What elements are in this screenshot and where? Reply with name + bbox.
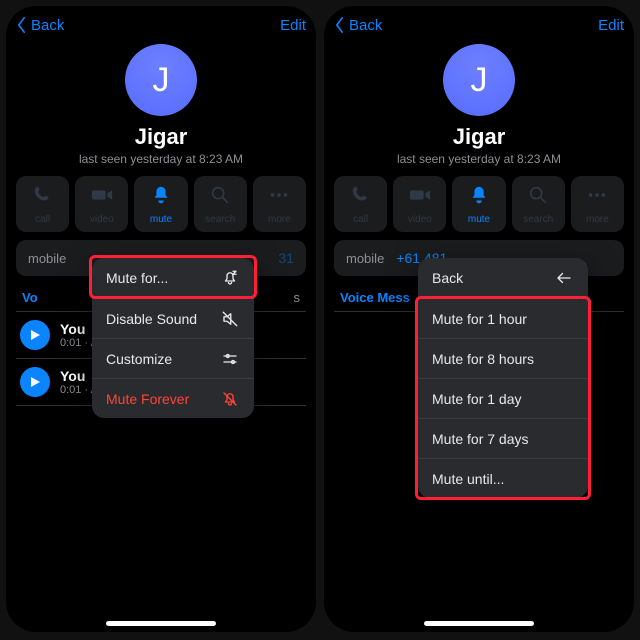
menu-until[interactable]: Mute until... xyxy=(418,458,588,498)
avatar[interactable]: J xyxy=(443,44,515,116)
last-seen: last seen yesterday at 8:23 AM xyxy=(397,152,561,166)
bell-icon xyxy=(150,184,172,211)
search-label: search xyxy=(205,214,235,225)
video-button[interactable]: video xyxy=(393,176,446,232)
menu-1-hour[interactable]: Mute for 1 hour xyxy=(418,298,588,338)
menu-1-day[interactable]: Mute for 1 day xyxy=(418,378,588,418)
menu-mute-for-label: Mute for... xyxy=(106,270,168,286)
mute-duration-menu: Back Mute for 1 hour Mute for 8 hours Mu… xyxy=(418,258,588,498)
menu-back[interactable]: Back xyxy=(418,258,588,298)
bell-slash-icon xyxy=(220,389,240,409)
more-label: more xyxy=(268,214,291,225)
mute-button[interactable]: mute xyxy=(452,176,505,232)
sliders-icon xyxy=(220,349,240,369)
screenshot-left: Back Edit J Jigar last seen yesterday at… xyxy=(6,6,316,632)
search-label: search xyxy=(523,214,553,225)
mute-menu: Mute for... Disable Sound Customize Mute… xyxy=(92,258,254,418)
menu-until-label: Mute until... xyxy=(432,471,504,487)
back-button[interactable]: Back xyxy=(334,16,382,34)
arrow-left-icon xyxy=(554,268,574,288)
home-indicator xyxy=(106,621,216,626)
edit-button[interactable]: Edit xyxy=(598,17,624,34)
search-icon xyxy=(209,184,231,211)
video-button[interactable]: video xyxy=(75,176,128,232)
menu-mute-for[interactable]: Mute for... xyxy=(92,258,254,298)
call-label: call xyxy=(353,214,368,225)
search-button[interactable]: search xyxy=(194,176,247,232)
mobile-value: 31 xyxy=(278,250,294,266)
bell-z-icon xyxy=(220,268,240,288)
back-label: Back xyxy=(349,17,382,34)
profile-header: J Jigar last seen yesterday at 8:23 AM xyxy=(324,44,634,166)
call-button[interactable]: call xyxy=(16,176,69,232)
more-icon xyxy=(586,184,608,211)
more-button[interactable]: more xyxy=(571,176,624,232)
last-seen: last seen yesterday at 8:23 AM xyxy=(79,152,243,166)
menu-mute-forever-label: Mute Forever xyxy=(106,391,189,407)
action-row: call video mute search more xyxy=(324,166,634,232)
menu-mute-forever[interactable]: Mute Forever xyxy=(92,378,254,418)
call-label: call xyxy=(35,214,50,225)
home-indicator xyxy=(424,621,534,626)
video-icon xyxy=(91,184,113,211)
menu-8-hours-label: Mute for 8 hours xyxy=(432,351,534,367)
mute-button[interactable]: mute xyxy=(134,176,187,232)
nav-bar: Back Edit xyxy=(324,6,634,44)
menu-customize-label: Customize xyxy=(106,351,172,367)
menu-1-hour-label: Mute for 1 hour xyxy=(432,311,527,327)
menu-7-days[interactable]: Mute for 7 days xyxy=(418,418,588,458)
more-button[interactable]: more xyxy=(253,176,306,232)
back-label: Back xyxy=(31,17,64,34)
call-button[interactable]: call xyxy=(334,176,387,232)
menu-disable-sound[interactable]: Disable Sound xyxy=(92,298,254,338)
play-icon[interactable] xyxy=(20,367,50,397)
profile-name: Jigar xyxy=(135,124,188,150)
phone-icon xyxy=(350,184,372,211)
action-row: call video mute search more xyxy=(6,166,316,232)
video-label: video xyxy=(90,214,114,225)
menu-8-hours[interactable]: Mute for 8 hours xyxy=(418,338,588,378)
search-button[interactable]: search xyxy=(512,176,565,232)
screenshot-right: Back Edit J Jigar last seen yesterday at… xyxy=(324,6,634,632)
menu-7-days-label: Mute for 7 days xyxy=(432,431,529,447)
video-icon xyxy=(409,184,431,211)
speaker-slash-icon xyxy=(220,309,240,329)
menu-back-label: Back xyxy=(432,270,463,286)
mobile-label: mobile xyxy=(28,251,66,266)
phone-icon xyxy=(32,184,54,211)
bell-icon xyxy=(468,184,490,211)
menu-1-day-label: Mute for 1 day xyxy=(432,391,522,407)
mute-label: mute xyxy=(150,214,172,225)
mobile-label: mobile xyxy=(346,251,384,266)
nav-bar: Back Edit xyxy=(6,6,316,44)
menu-customize[interactable]: Customize xyxy=(92,338,254,378)
avatar[interactable]: J xyxy=(125,44,197,116)
tab-fragment: s xyxy=(294,290,301,305)
video-label: video xyxy=(408,214,432,225)
play-icon[interactable] xyxy=(20,320,50,350)
profile-header: J Jigar last seen yesterday at 8:23 AM xyxy=(6,44,316,166)
edit-button[interactable]: Edit xyxy=(280,17,306,34)
tab-voice[interactable]: Voice Mess xyxy=(340,290,410,305)
mute-label: mute xyxy=(468,214,490,225)
search-icon xyxy=(527,184,549,211)
tab-voice[interactable]: Vo xyxy=(22,290,38,305)
profile-name: Jigar xyxy=(453,124,506,150)
more-icon xyxy=(268,184,290,211)
menu-disable-sound-label: Disable Sound xyxy=(106,311,197,327)
back-button[interactable]: Back xyxy=(16,16,64,34)
more-label: more xyxy=(586,214,609,225)
